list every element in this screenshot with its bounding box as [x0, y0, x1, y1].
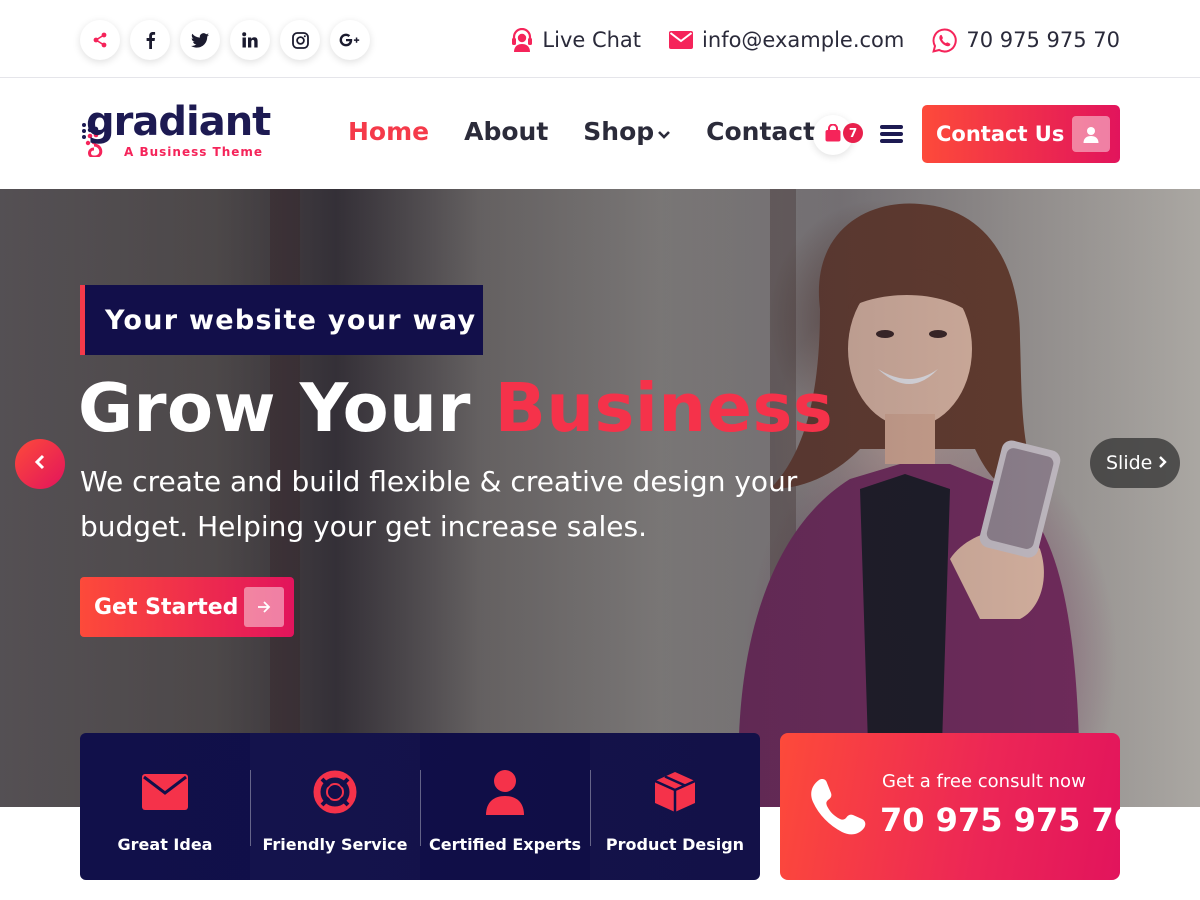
nav-item-label: Shop [583, 117, 655, 146]
hero-eyebrow: Your website your way [80, 285, 483, 355]
consult-lead-text: Get a free consult now [882, 771, 1086, 792]
get-started-label: Get Started [94, 594, 239, 620]
nav-item-label: About [464, 117, 549, 146]
nav-item-about[interactable]: About [464, 117, 548, 146]
envelope-icon [669, 31, 694, 49]
headset-icon [511, 28, 533, 52]
instagram-icon[interactable] [280, 20, 320, 60]
feature-label: Great Idea [117, 835, 213, 854]
user-icon [1072, 116, 1110, 152]
live-chat-label: Live Chat [542, 28, 642, 52]
lifebuoy-icon [313, 769, 357, 815]
hero-headline-plain: Grow Your [78, 369, 495, 447]
slider-next-label: Slide [1106, 452, 1153, 474]
top-bar: Live Chat info@example.com 70 975 975 70 [0, 0, 1200, 78]
chevron-right-icon [1158, 454, 1168, 473]
feature-item: Certified Experts [420, 733, 590, 880]
phone-number: 70 975 975 70 [966, 28, 1120, 52]
whatsapp-icon [932, 27, 958, 53]
nav-item-label: Home [348, 117, 430, 146]
slider-prev-button[interactable] [15, 439, 65, 489]
consult-phone-number[interactable]: 70 975 975 70 [880, 801, 1136, 839]
user-icon [485, 769, 525, 815]
get-started-button[interactable]: Get Started [80, 577, 294, 637]
share-icon[interactable] [80, 20, 120, 60]
phone-link[interactable]: 70 975 975 70 [932, 27, 1120, 53]
social-links [80, 20, 370, 60]
envelope-icon [142, 769, 188, 815]
hero-headline: Grow Your Business [78, 369, 833, 447]
nav-item-contact[interactable]: Contact [706, 117, 815, 146]
phone-icon [808, 777, 866, 839]
shopping-bag-icon [824, 123, 842, 146]
box-icon [653, 769, 697, 815]
hamburger-menu-icon[interactable] [880, 125, 903, 143]
site-logo[interactable]: gradiant A Business Theme [80, 99, 280, 167]
feature-item: Friendly Service [250, 733, 420, 880]
hero-eyebrow-text: Your website your way [105, 304, 477, 336]
cart-count-badge: 7 [843, 123, 863, 143]
nav-item-home[interactable]: Home [348, 117, 429, 146]
twitter-icon[interactable] [180, 20, 220, 60]
nav-item-shop[interactable]: Shop [583, 117, 671, 146]
contact-us-button[interactable]: Contact Us [922, 105, 1120, 163]
nav-item-label: Contact [706, 117, 816, 146]
hero-slider: Your website your way Grow Your Business… [0, 189, 1200, 807]
features-bar: Great Idea Friendly Service Certified Ex… [80, 733, 760, 880]
slider-next-button[interactable]: Slide [1090, 438, 1180, 488]
contact-us-label: Contact Us [936, 122, 1065, 146]
facebook-icon[interactable] [130, 20, 170, 60]
hero-subtext: We create and build flexible & creative … [80, 465, 798, 543]
live-chat-link[interactable]: Live Chat [511, 28, 641, 52]
feature-label: Certified Experts [429, 835, 581, 854]
chevron-down-icon [657, 117, 671, 146]
feature-label: Product Design [605, 835, 745, 854]
feature-item: Product Design [590, 733, 760, 880]
email-address: info@example.com [702, 28, 905, 52]
feature-item: Great Idea [80, 733, 250, 880]
primary-menu: Home About Shop Contact [348, 117, 815, 146]
email-link[interactable]: info@example.com [669, 28, 904, 52]
consult-card: Get a free consult now 70 975 975 70 [780, 733, 1136, 880]
hero-headline-accent: Business [494, 369, 834, 447]
logo-tagline: A Business Theme [124, 145, 264, 159]
main-nav: gradiant A Business Theme Home About Sho… [0, 79, 1200, 189]
google-plus-icon[interactable] [330, 20, 370, 60]
chevron-left-icon [34, 454, 46, 474]
cart-button[interactable]: 7 [813, 115, 863, 155]
top-contacts: Live Chat info@example.com 70 975 975 70 [511, 22, 1120, 58]
arrow-right-icon [244, 587, 284, 627]
feature-label: Friendly Service [262, 835, 408, 854]
logo-wordmark: gradiant [86, 99, 271, 145]
linkedin-icon[interactable] [230, 20, 270, 60]
